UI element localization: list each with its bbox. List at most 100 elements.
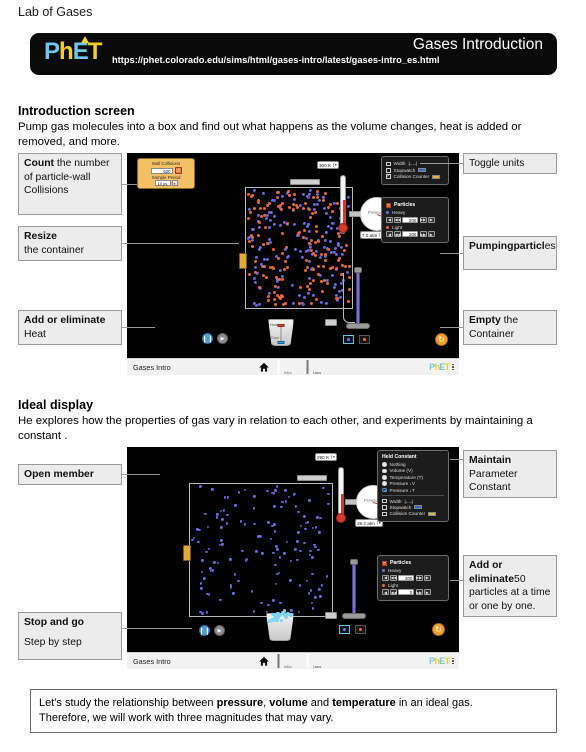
- heavy-spinner[interactable]: ◀ ◀◀ 200 ▶▶ ▶: [386, 216, 444, 223]
- heavy-minus-all-button[interactable]: ◀: [382, 574, 389, 581]
- heavy-minus-button[interactable]: ◀◀: [394, 216, 402, 223]
- pump-light-radio[interactable]: [355, 625, 366, 634]
- reset-all-button[interactable]: ↻: [435, 333, 448, 346]
- pump-handle[interactable]: [350, 559, 358, 565]
- checkbox-box[interactable]: [386, 173, 391, 179]
- heavy-plus-button[interactable]: ▶▶: [415, 574, 423, 581]
- heavy-minus-button[interactable]: ◀◀: [390, 574, 398, 581]
- play-controls-intro[interactable]: ❙❙ ▶: [202, 333, 228, 344]
- step-button[interactable]: ▶: [217, 333, 228, 344]
- radio-pressure-t[interactable]: Pressure ↓T: [382, 488, 444, 493]
- light-spinner[interactable]: ◀ ◀◀ 200 ▶▶ ▶: [386, 231, 444, 238]
- play-controls-laws[interactable]: ❙❙ ▶: [199, 625, 225, 636]
- container-resize-handle[interactable]: [183, 545, 191, 561]
- container-resize-handle[interactable]: [239, 253, 247, 269]
- phet-logo-small[interactable]: PhET: [429, 656, 450, 666]
- home-icon[interactable]: [259, 656, 270, 667]
- sim-screen-laws[interactable]: 290 K ▾ Pressure 29.2 atm ▾ Held Constan…: [127, 447, 459, 669]
- light-spinner[interactable]: ◀ ◀◀ 0 ▶▶ ▶: [382, 589, 444, 596]
- radio-button[interactable]: [382, 468, 387, 474]
- particle-tool-chip[interactable]: [325, 319, 337, 326]
- light-value[interactable]: 200: [402, 231, 419, 238]
- heavy-spinner[interactable]: ◀ ◀◀ 300 ▶▶ ▶: [382, 574, 444, 581]
- step-button[interactable]: ▶: [214, 625, 225, 636]
- heavy-value[interactable]: 300: [398, 574, 415, 581]
- radio-button[interactable]: [382, 481, 387, 486]
- heavy-plus-all-button[interactable]: ▶: [427, 216, 435, 223]
- phet-logo-small[interactable]: PhET: [429, 362, 450, 372]
- heater-cooler-bucket[interactable]: Heat Cool: [268, 319, 294, 346]
- light-minus-all-button[interactable]: ◀: [382, 589, 389, 596]
- reset-icon[interactable]: ↺: [174, 167, 182, 174]
- tab-laws[interactable]: Laws: [306, 653, 328, 669]
- tools-panel-intro[interactable]: Width |←→| Stopwatch Collision Counter: [381, 156, 449, 185]
- radio-pressure-v[interactable]: Pressure ↓V: [382, 481, 444, 486]
- light-minus-all-button[interactable]: ◀: [386, 231, 393, 238]
- gas-container-laws[interactable]: [189, 483, 333, 617]
- pump-handle[interactable]: [354, 267, 362, 273]
- home-icon[interactable]: [259, 362, 270, 373]
- pause-button[interactable]: ❙❙: [199, 625, 210, 636]
- sim-navbar-laws[interactable]: Gases Intro Intro Laws PhET: [127, 652, 459, 669]
- checkbox-collision-counter[interactable]: Collision Counter: [386, 173, 444, 179]
- pump-shaft[interactable]: [352, 563, 356, 615]
- radio-button[interactable]: [382, 475, 387, 480]
- checkbox-box[interactable]: [386, 161, 391, 167]
- pump-heavy-radio[interactable]: [339, 625, 350, 634]
- light-plus-button[interactable]: ▶▶: [415, 589, 423, 596]
- particles-panel-laws[interactable]: − Particles Heavy ◀ ◀◀ 300 ▶▶ ▶ Light ◀ …: [377, 555, 449, 602]
- sim-stage-laws[interactable]: 290 K ▾ Pressure 29.2 atm ▾ Held Constan…: [127, 447, 459, 652]
- checkbox-box[interactable]: [382, 498, 387, 504]
- collision-counter-panel[interactable]: Wall Collisions 620 ↺ Sample Period 10 p…: [137, 158, 195, 189]
- light-plus-button[interactable]: ▶▶: [419, 231, 427, 238]
- radio-button[interactable]: [382, 462, 387, 467]
- radio-temperature[interactable]: Temperature (T): [382, 475, 444, 480]
- chevron-down-icon[interactable]: ▾: [171, 180, 178, 186]
- checkbox-stopwatch[interactable]: Stopwatch: [386, 168, 444, 173]
- light-plus-all-button[interactable]: ▶: [423, 589, 431, 596]
- sim-screen-intro[interactable]: Wall Collisions 620 ↺ Sample Period 10 p…: [127, 153, 459, 375]
- heavy-plus-all-button[interactable]: ▶: [423, 574, 431, 581]
- checkbox-box[interactable]: [386, 168, 391, 173]
- particles-panel-intro[interactable]: − Particles Heavy ◀ ◀◀ 200 ▶▶ ▶ Light ◀ …: [381, 197, 449, 244]
- reset-all-button[interactable]: ↻: [432, 623, 445, 636]
- temperature-readout[interactable]: 300 K ▾: [317, 161, 339, 169]
- collapse-icon[interactable]: −: [382, 560, 387, 566]
- checkbox-width[interactable]: Width |←→|: [382, 499, 444, 504]
- particles-header[interactable]: − Particles: [382, 560, 444, 566]
- light-value[interactable]: 0: [398, 589, 415, 596]
- pause-button[interactable]: ❙❙: [202, 333, 213, 344]
- menu-icon[interactable]: [452, 657, 454, 665]
- menu-icon[interactable]: [452, 363, 454, 371]
- sim-stage-intro[interactable]: Wall Collisions 620 ↺ Sample Period 10 p…: [127, 153, 459, 358]
- radio-nothing[interactable]: Nothing: [382, 462, 444, 467]
- chevron-down-icon[interactable]: ▾: [333, 163, 337, 167]
- checkbox-stopwatch[interactable]: Stopwatch: [382, 505, 444, 510]
- temperature-readout[interactable]: 290 K ▾: [315, 453, 337, 461]
- chevron-down-icon[interactable]: ▾: [331, 455, 335, 459]
- pump-light-radio[interactable]: [359, 335, 370, 344]
- light-minus-button[interactable]: ◀◀: [394, 231, 402, 238]
- checkbox-box[interactable]: [382, 511, 387, 517]
- container-lid[interactable]: [297, 475, 327, 481]
- sample-period-value[interactable]: 10 ps: [154, 180, 171, 186]
- checkbox-collision-counter[interactable]: Collision Counter: [382, 511, 444, 516]
- pump-heavy-radio[interactable]: [343, 335, 354, 344]
- sim-navbar-intro[interactable]: Gases Intro Intro Laws PhET: [127, 358, 459, 375]
- heavy-value[interactable]: 200: [402, 216, 419, 223]
- light-plus-all-button[interactable]: ▶: [427, 231, 435, 238]
- particle-tool-chip[interactable]: [325, 612, 337, 619]
- held-constant-panel[interactable]: Held Constant Nothing Volume (V) Tempera…: [377, 450, 449, 522]
- collapse-icon[interactable]: −: [386, 202, 391, 208]
- pump-shaft[interactable]: [356, 271, 360, 325]
- banner-url[interactable]: https://phet.colorado.edu/sims/html/gase…: [112, 55, 440, 65]
- heat-slider-cold[interactable]: [277, 341, 285, 344]
- heavy-plus-button[interactable]: ▶▶: [419, 216, 427, 223]
- light-minus-button[interactable]: ◀◀: [390, 589, 398, 596]
- container-lid[interactable]: [290, 179, 320, 185]
- radio-volume[interactable]: Volume (V): [382, 468, 444, 473]
- checkbox-box[interactable]: [382, 505, 387, 510]
- radio-button[interactable]: [382, 487, 387, 493]
- gas-container-intro[interactable]: [245, 187, 353, 309]
- tab-intro[interactable]: Intro: [277, 359, 299, 375]
